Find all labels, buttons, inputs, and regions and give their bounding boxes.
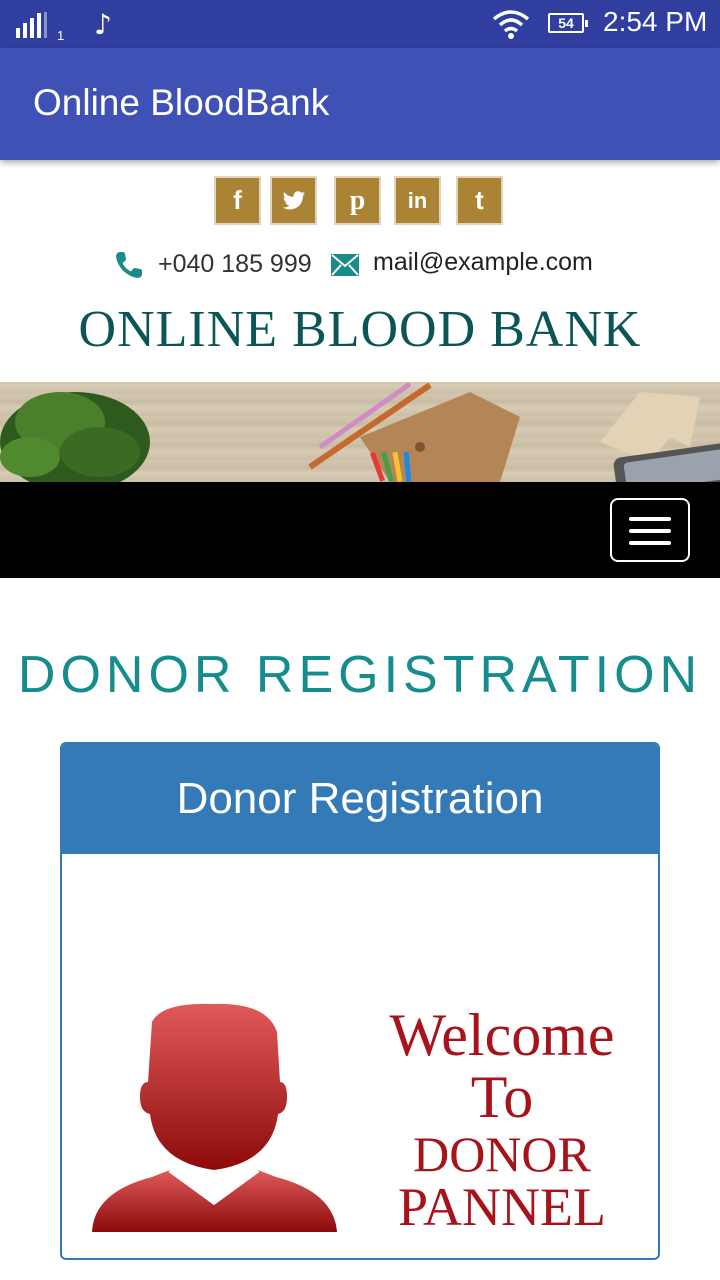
site-title: ONLINE BLOOD BANK (78, 301, 642, 358)
welcome-line-3: DONOR (413, 1126, 591, 1182)
phone-number[interactable]: +040 185 999 (158, 250, 312, 279)
clock: 2:54 PM (603, 6, 708, 37)
hamburger-line (629, 529, 671, 533)
registration-panel: Donor Registration Welcome To DONOR PANN… (60, 742, 660, 1260)
email-address[interactable]: mail@example.com (373, 248, 593, 277)
pinterest-icon: p (349, 184, 366, 216)
app-title: Online BloodBank (33, 82, 330, 123)
tumblr-button[interactable]: t (456, 176, 503, 225)
panel-title: Donor Registration (62, 744, 658, 854)
battery-level: 54 (558, 15, 574, 31)
hamburger-line (629, 517, 671, 521)
navbar (0, 482, 720, 578)
music-note-icon: ♪ (94, 8, 112, 41)
welcome-line-4: PANNEL (397, 1177, 607, 1237)
linkedin-button[interactable]: in (394, 176, 441, 225)
sim-indicator: 1 (57, 28, 65, 43)
twitter-button[interactable] (270, 176, 317, 225)
tumblr-icon: t (475, 185, 484, 215)
user-avatar-icon (92, 1003, 337, 1232)
pinterest-button[interactable]: p (334, 176, 381, 225)
app-bar: Online BloodBank (0, 48, 720, 160)
header-banner-image (0, 382, 720, 482)
hamburger-line (629, 541, 671, 545)
contact-info: +040 185 999 mail@example.com (0, 246, 720, 286)
linkedin-icon: in (407, 187, 428, 213)
status-bar: 1 ♪ 54 2:54 PM (0, 0, 720, 48)
facebook-button[interactable]: f (214, 176, 261, 225)
banner-illustration (0, 382, 720, 482)
section-heading: DONOR REGISTRATION (17, 646, 703, 704)
battery-icon: 54 (548, 13, 588, 33)
twitter-icon (282, 190, 305, 209)
mail-icon (331, 254, 359, 276)
panel-body[interactable]: Welcome To DONOR PANNEL (62, 854, 658, 1258)
wifi-icon (492, 10, 530, 39)
menu-toggle-button[interactable] (610, 498, 690, 562)
signal-icon (16, 12, 47, 38)
facebook-icon: f (233, 185, 242, 215)
welcome-banner: Welcome To DONOR PANNEL (362, 1004, 642, 1234)
phone-icon (116, 252, 142, 278)
welcome-line-1: Welcome (389, 1002, 615, 1068)
welcome-line-2: To (470, 1064, 534, 1130)
